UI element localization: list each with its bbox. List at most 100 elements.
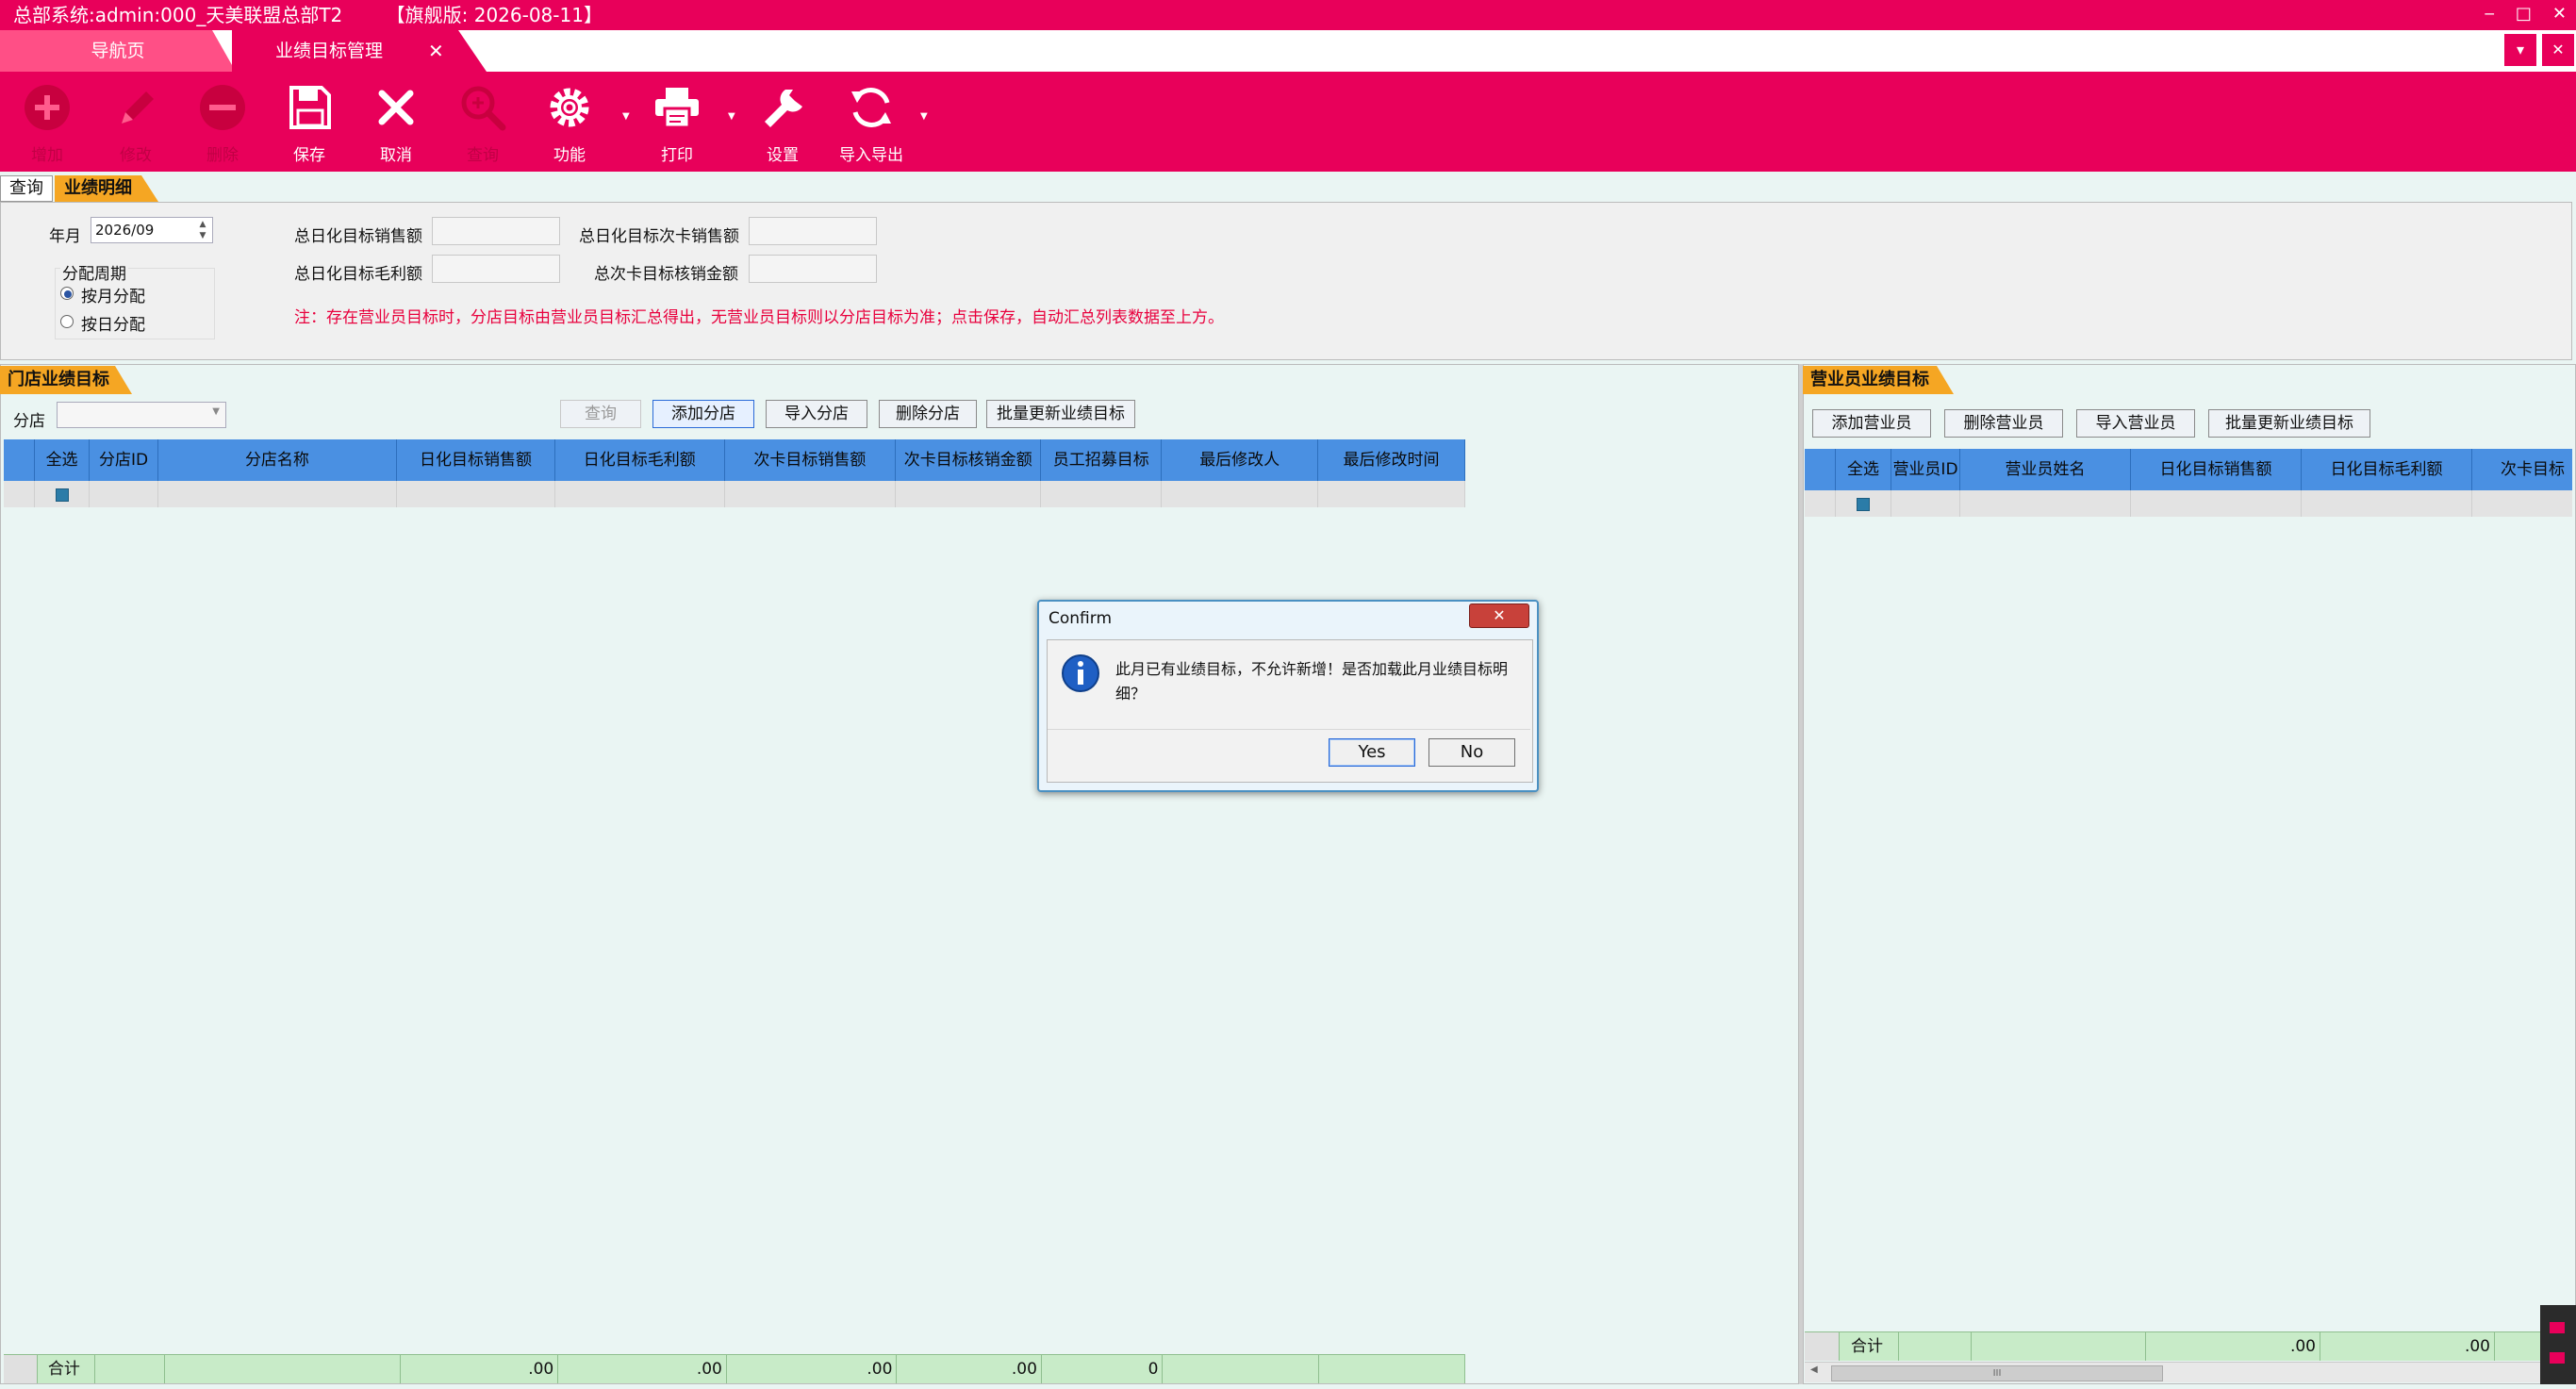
col-daily-sales-target[interactable]: 日化目标销售额 <box>397 439 555 481</box>
add-button[interactable]: 增加 <box>9 77 85 170</box>
row-indicator-header <box>1805 449 1836 490</box>
tab-label: 业绩目标管理 <box>275 41 384 61</box>
col-select-all[interactable]: 全选 <box>35 439 91 481</box>
dialog-close-button[interactable]: ✕ <box>1469 604 1529 628</box>
col-recruit-target[interactable]: 员工招募目标 <box>1041 439 1163 481</box>
settings-label: 设置 <box>767 146 799 165</box>
delete-button[interactable]: 删除 <box>185 77 260 170</box>
scroll-thumb[interactable]: III <box>1831 1365 2163 1381</box>
table-cell[interactable] <box>896 481 1042 507</box>
table-cell[interactable] <box>1960 490 2131 517</box>
import-branch-button[interactable]: 导入分店 <box>766 400 867 428</box>
year-month-value: 2026/09 <box>95 222 155 239</box>
table-cell[interactable] <box>1162 481 1319 507</box>
cancel-button[interactable]: 取消 <box>358 77 434 170</box>
staff-panel-title: 营业员业绩目标 <box>1803 366 1954 394</box>
table-cell[interactable] <box>1891 490 1960 517</box>
yes-button[interactable]: Yes <box>1329 738 1415 767</box>
row-checkbox[interactable] <box>55 488 69 502</box>
col-last-modifier[interactable]: 最后修改人 <box>1162 439 1319 481</box>
col-staff-name[interactable]: 营业员姓名 <box>1960 449 2131 490</box>
col-select-all[interactable]: 全选 <box>1836 449 1891 490</box>
delete-branch-button[interactable]: 删除分店 <box>879 400 977 428</box>
col-branch-id[interactable]: 分店ID <box>90 439 158 481</box>
col-card-target[interactable]: 次卡目标 <box>2472 449 2572 490</box>
tab-list-dropdown[interactable]: ▾ <box>2504 34 2536 66</box>
import-staff-button[interactable]: 导入营业员 <box>2076 409 2195 438</box>
import-export-dropdown-icon[interactable]: ▼ <box>920 111 928 122</box>
col-branch-name[interactable]: 分店名称 <box>158 439 398 481</box>
col-card-writeoff-target[interactable]: 次卡目标核销金额 <box>896 439 1042 481</box>
row-checkbox-cell[interactable] <box>1836 490 1891 517</box>
table-cell[interactable] <box>1041 481 1163 507</box>
table-cell[interactable] <box>90 481 158 507</box>
col-daily-profit-target[interactable]: 日化目标毛利额 <box>555 439 725 481</box>
table-cell[interactable] <box>2302 490 2472 517</box>
tray-icon[interactable] <box>2540 1305 2576 1384</box>
year-month-input[interactable]: 2026/09 ▲ ▼ <box>91 217 213 243</box>
daily-radio[interactable] <box>60 315 74 328</box>
print-button[interactable]: 打印 <box>639 77 715 170</box>
save-button[interactable]: 保存 <box>272 77 347 170</box>
col-daily-sales-target[interactable]: 日化目标销售额 <box>2131 449 2302 490</box>
row-checkbox-cell[interactable] <box>35 481 91 507</box>
function-dropdown-icon[interactable]: ▼ <box>622 111 630 122</box>
batch-update-staff-targets-button[interactable]: 批量更新业绩目标 <box>2208 409 2370 438</box>
table-cell[interactable] <box>1318 481 1465 507</box>
table-cell[interactable] <box>158 481 398 507</box>
save-label: 保存 <box>293 146 325 165</box>
batch-update-store-targets-button[interactable]: 批量更新业绩目标 <box>986 400 1135 428</box>
table-row[interactable] <box>4 481 1465 507</box>
tab-performance-detail[interactable]: 业绩明细 <box>55 175 158 202</box>
tab-query[interactable]: 查询 <box>0 175 53 202</box>
tab-navigation[interactable]: 导航页 <box>0 30 236 72</box>
table-cell[interactable] <box>2472 490 2572 517</box>
col-daily-profit-target[interactable]: 日化目标毛利额 <box>2302 449 2472 490</box>
cancel-icon <box>366 77 426 138</box>
total-card-writeoff-target-field[interactable] <box>749 255 877 283</box>
total-sales-target-label: 总日化目标销售额 <box>294 227 422 246</box>
scroll-left-icon[interactable]: ◀ <box>1810 1364 1818 1375</box>
store-query-button[interactable]: 查询 <box>560 400 641 428</box>
import-export-button[interactable]: 导入导出 <box>834 77 909 170</box>
maximize-button[interactable]: □ <box>2516 0 2532 30</box>
table-row[interactable] <box>1805 490 2572 517</box>
table-cell[interactable] <box>397 481 555 507</box>
tab-close-icon[interactable]: ✕ <box>428 30 444 72</box>
table-cell[interactable] <box>725 481 897 507</box>
function-button[interactable]: 功能 <box>532 77 607 170</box>
close-window-button[interactable]: ✕ <box>2552 0 2567 30</box>
horizontal-scrollbar[interactable]: ◀ III <box>1805 1362 2572 1382</box>
add-branch-button[interactable]: 添加分店 <box>652 400 754 428</box>
edit-button[interactable]: 修改 <box>98 77 173 170</box>
app-title: 总部系统:admin:000_天美联盟总部T2 <box>13 4 343 26</box>
col-staff-id[interactable]: 营业员ID <box>1891 449 1960 490</box>
branch-select[interactable]: ▼ <box>57 402 226 428</box>
close-all-tabs-button[interactable]: ✕ <box>2542 34 2574 66</box>
total-gross-profit-target-field[interactable] <box>432 255 560 283</box>
no-button[interactable]: No <box>1428 738 1515 767</box>
print-dropdown-icon[interactable]: ▼ <box>728 111 735 122</box>
col-last-modified-time[interactable]: 最后修改时间 <box>1318 439 1465 481</box>
tab-performance-target[interactable]: 业绩目标管理 ✕ <box>232 30 487 72</box>
table-cell[interactable] <box>2131 490 2302 517</box>
spinner-icon[interactable]: ▲ ▼ <box>195 219 210 241</box>
search-button[interactable]: 查询 <box>445 77 520 170</box>
delete-icon <box>192 77 253 138</box>
daily-label: 按日分配 <box>81 316 145 335</box>
total-card-sales-target-field[interactable] <box>749 217 877 245</box>
row-checkbox[interactable] <box>1857 498 1870 511</box>
col-card-sales-target[interactable]: 次卡目标销售额 <box>725 439 897 481</box>
confirm-dialog: Confirm ✕ 此月已有业绩目标，不允许新增！是否加载此月业绩目标明细？ Y… <box>1037 600 1539 792</box>
delete-staff-button[interactable]: 删除营业员 <box>1944 409 2063 438</box>
sum-daily-sales: .00 <box>2146 1332 2320 1361</box>
import-export-label: 导入导出 <box>839 146 903 165</box>
total-sales-target-field[interactable] <box>432 217 560 245</box>
monthly-radio[interactable] <box>60 287 74 300</box>
chevron-down-icon: ▼ <box>212 406 220 417</box>
add-staff-button[interactable]: 添加营业员 <box>1812 409 1931 438</box>
total-card-writeoff-target-label: 总次卡目标核销金额 <box>594 265 738 284</box>
settings-button[interactable]: 设置 <box>745 77 820 170</box>
table-cell[interactable] <box>555 481 725 507</box>
minimize-button[interactable]: ‒ <box>2484 0 2494 30</box>
